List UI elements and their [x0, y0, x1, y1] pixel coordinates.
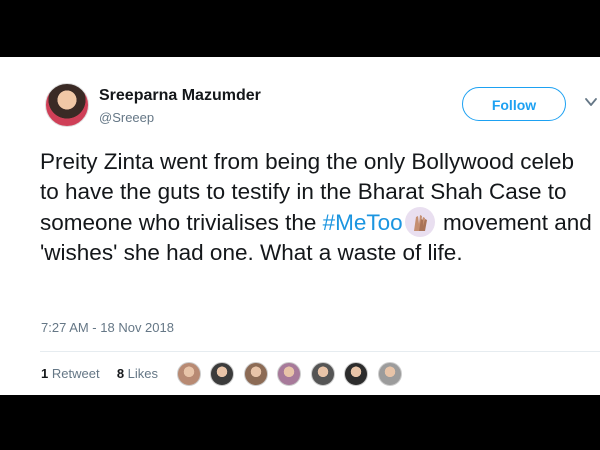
tweet-card: Sreeparna Mazumder @Sreeep Follow Preity…	[0, 57, 600, 395]
hashtag-link[interactable]: #MeToo	[323, 210, 403, 235]
liker-avatars	[177, 362, 407, 386]
author-name[interactable]: Sreeparna Mazumder	[99, 87, 261, 105]
liker-avatar[interactable]	[177, 362, 201, 386]
like-count[interactable]: 8	[117, 366, 124, 381]
like-label[interactable]: Likes	[128, 366, 158, 381]
liker-avatar[interactable]	[377, 362, 402, 386]
follow-button[interactable]: Follow	[462, 87, 566, 121]
liker-avatar[interactable]	[344, 362, 369, 386]
retweet-label[interactable]: Retweet	[52, 366, 100, 381]
retweet-count[interactable]: 1	[41, 366, 48, 381]
raised-hands-emoji-icon	[404, 207, 435, 237]
liker-avatar[interactable]	[210, 362, 235, 386]
letterbox-top	[0, 0, 600, 57]
tweet-stats: 1 Retweet 8 Likes	[41, 366, 158, 381]
letterbox-bottom	[0, 395, 600, 450]
author-handle[interactable]: @Sreeep	[99, 110, 154, 125]
liker-avatar[interactable]	[243, 362, 268, 386]
avatar[interactable]	[45, 83, 89, 127]
divider	[40, 351, 600, 352]
liker-avatar[interactable]	[277, 362, 302, 386]
chevron-down-icon[interactable]	[584, 95, 598, 109]
tweet-timestamp[interactable]: 7:27 AM - 18 Nov 2018	[41, 320, 174, 335]
liker-avatar[interactable]	[310, 362, 335, 386]
tweet-text: Preity Zinta went from being the only Bo…	[40, 147, 596, 268]
